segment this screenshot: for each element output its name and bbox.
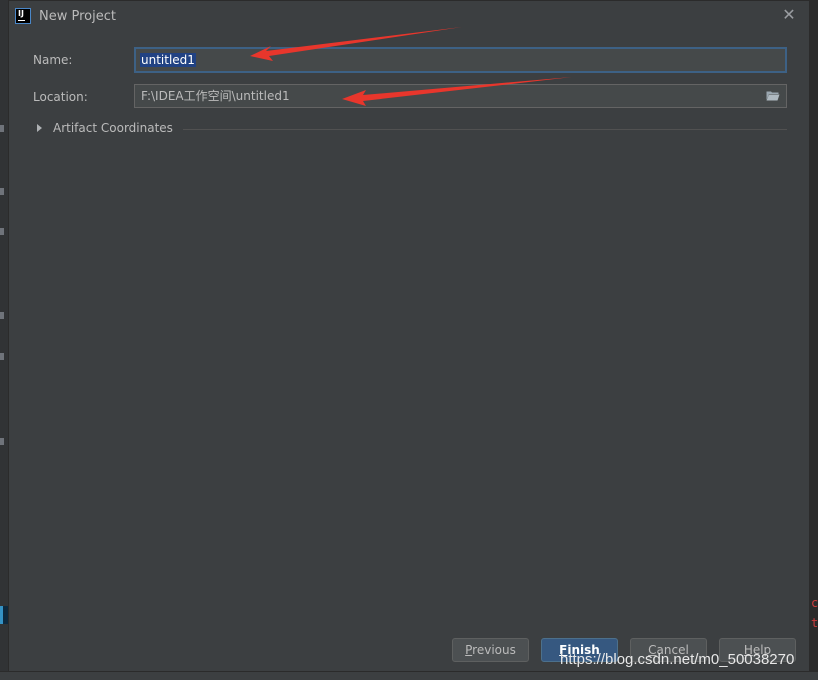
watermark-text: https://blog.csdn.net/m0_50038270 — [560, 651, 795, 668]
dialog-title: New Project — [39, 9, 116, 24]
location-label: Location: — [33, 90, 88, 104]
project-location-input[interactable]: F:\IDEA工作空间\untitled1 — [134, 84, 787, 108]
triangle-right-icon — [37, 124, 42, 132]
gutter-mark — [0, 188, 4, 195]
previous-button[interactable]: Previous — [452, 638, 529, 662]
previous-button-label: revious — [472, 643, 516, 657]
project-name-input[interactable]: untitled1 — [134, 47, 787, 73]
project-name-selected-text: untitled1 — [140, 53, 196, 67]
gutter-mark — [0, 228, 4, 235]
code-fragment: c — [811, 596, 818, 610]
dialog-title-bar[interactable]: IJ New Project ✕ — [9, 1, 809, 31]
name-label: Name: — [33, 53, 73, 67]
close-icon[interactable]: ✕ — [781, 7, 797, 23]
artifact-coordinates-toggle[interactable]: Artifact Coordinates — [37, 121, 787, 137]
project-location-value: F:\IDEA工作空间\untitled1 — [141, 89, 290, 103]
separator-line — [183, 129, 787, 130]
gutter-mark — [0, 125, 4, 132]
artifact-coordinates-label: Artifact Coordinates — [53, 121, 173, 135]
gutter-mark — [0, 353, 4, 360]
ide-left-gutter — [0, 0, 8, 680]
gutter-mark — [0, 438, 4, 445]
ide-editor-edge: c t — [810, 0, 818, 680]
gutter-mark — [0, 312, 4, 319]
ide-selected-tree-item[interactable] — [0, 606, 8, 624]
folder-open-icon[interactable] — [766, 90, 780, 101]
code-fragment: t — [811, 616, 818, 630]
new-project-dialog: IJ New Project ✕ Name: untitled1 Locatio… — [8, 0, 810, 672]
intellij-idea-icon: IJ — [15, 8, 31, 24]
ide-status-bar — [0, 671, 818, 680]
